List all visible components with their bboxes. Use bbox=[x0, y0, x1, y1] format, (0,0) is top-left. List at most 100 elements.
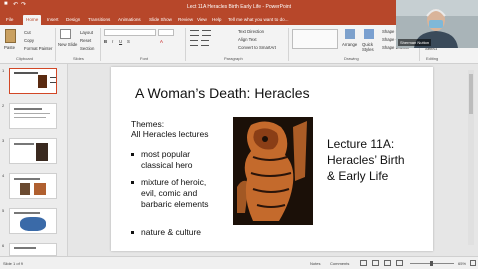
bullet-icon bbox=[131, 231, 134, 234]
underline-icon[interactable]: U bbox=[119, 39, 122, 44]
comments-button[interactable]: Comments bbox=[330, 261, 349, 266]
themes-subtitle: All Heracles lectures bbox=[131, 129, 209, 139]
font-size-input[interactable] bbox=[158, 29, 174, 36]
bullet-text: most popular classical hero bbox=[141, 149, 193, 171]
scrollbar-thumb[interactable] bbox=[469, 74, 473, 114]
vase-painting-graphic bbox=[233, 117, 313, 225]
quick-styles-button[interactable]: Quick Styles bbox=[362, 42, 376, 52]
thumbnail-number: 3 bbox=[2, 138, 5, 143]
lecture-line: Lecture 11A: bbox=[327, 137, 395, 151]
current-slide[interactable]: A Woman’s Death: Heracles Themes: All He… bbox=[111, 67, 433, 251]
slide-thumbnail-3[interactable] bbox=[9, 138, 57, 164]
align-left-icon[interactable] bbox=[190, 40, 198, 46]
slide-sorter-icon[interactable] bbox=[372, 260, 379, 266]
slide-count: Slide 1 of 9 bbox=[3, 261, 24, 266]
lecture-line: Heracles’ Birth bbox=[327, 153, 405, 167]
thumbnail-number: 2 bbox=[2, 103, 5, 108]
bullet-line: mixture of heroic, bbox=[141, 177, 207, 187]
font-group-label: Font bbox=[140, 56, 149, 61]
slides-group-label: Slides bbox=[73, 56, 84, 61]
vertical-scrollbar[interactable] bbox=[468, 70, 474, 245]
slide-title[interactable]: A Woman’s Death: Heracles bbox=[135, 85, 310, 101]
tab-file[interactable]: File bbox=[6, 17, 13, 22]
tab-slide-show[interactable]: Slide Show bbox=[149, 17, 172, 22]
convert-smartart-button[interactable]: Convert to SmartArt bbox=[238, 45, 276, 50]
zoom-slider[interactable] bbox=[410, 261, 454, 266]
lecture-title-box[interactable]: Lecture 11A: Heracles’ Birth & Early Lif… bbox=[327, 136, 405, 184]
arrange-button[interactable]: Arrange bbox=[342, 42, 357, 47]
slide-thumbnail-6[interactable] bbox=[9, 243, 57, 256]
tab-help[interactable]: Help bbox=[212, 17, 221, 22]
quick-styles-icon[interactable] bbox=[364, 29, 374, 39]
thumbnail-number: 5 bbox=[2, 208, 5, 213]
bullet-line: nature & culture bbox=[141, 227, 202, 237]
slideshow-icon[interactable] bbox=[396, 260, 403, 266]
italic-icon[interactable]: I bbox=[112, 39, 113, 44]
themes-heading: Themes: All Heracles lectures bbox=[131, 119, 208, 139]
text-direction-button[interactable]: Text Direction bbox=[238, 29, 264, 34]
bullet-line: most popular bbox=[141, 149, 191, 159]
arrange-icon[interactable] bbox=[345, 29, 355, 39]
shapes-gallery[interactable] bbox=[292, 29, 338, 49]
new-slide-icon[interactable] bbox=[60, 29, 71, 39]
cut-button[interactable]: Cut bbox=[24, 30, 31, 35]
presenter-name: Sherman Nutton bbox=[398, 39, 432, 46]
slide-thumbnail-5[interactable] bbox=[9, 208, 57, 234]
bullet-line: evil, comic and bbox=[141, 188, 198, 198]
thumbnail-number: 6 bbox=[2, 243, 5, 248]
slide-thumbnail-4[interactable] bbox=[9, 173, 57, 199]
bold-icon[interactable]: B bbox=[104, 39, 107, 44]
font-color-icon[interactable]: A bbox=[160, 39, 163, 44]
tell-me-search[interactable]: Tell me what you want to do... bbox=[228, 17, 289, 22]
tab-home[interactable]: Home bbox=[23, 15, 42, 25]
section-button[interactable]: Section bbox=[80, 46, 94, 51]
copy-button[interactable]: Copy bbox=[24, 38, 34, 43]
bullets-icon[interactable] bbox=[190, 30, 199, 36]
tab-review[interactable]: Review bbox=[178, 17, 193, 22]
layout-button[interactable]: Layout bbox=[80, 30, 93, 35]
bullet-line: classical hero bbox=[141, 160, 193, 170]
strikethrough-icon[interactable]: S bbox=[127, 39, 130, 44]
new-slide-button[interactable]: New Slide bbox=[58, 42, 77, 47]
tab-transitions[interactable]: Transitions bbox=[88, 17, 110, 22]
tab-insert[interactable]: Insert bbox=[47, 17, 59, 22]
bullet-icon bbox=[131, 181, 134, 184]
heracles-vase-image[interactable] bbox=[233, 117, 313, 225]
thumbnail-number: 4 bbox=[2, 173, 5, 178]
clipboard-group-label: Clipboard bbox=[16, 56, 34, 61]
zoom-slider-thumb[interactable] bbox=[430, 261, 433, 266]
bullet-text: mixture of heroic, evil, comic and barba… bbox=[141, 177, 209, 210]
editing-group-label: Editing bbox=[426, 56, 439, 61]
center-icon[interactable] bbox=[201, 40, 209, 46]
slide-editing-area: A Woman’s Death: Heracles Themes: All He… bbox=[69, 64, 474, 256]
separator bbox=[100, 28, 101, 61]
thumbnail-number: 1 bbox=[2, 68, 5, 73]
drawing-group-label: Drawing bbox=[344, 56, 359, 61]
slide-thumbnail-1[interactable] bbox=[9, 68, 57, 94]
tab-view[interactable]: View bbox=[197, 17, 207, 22]
tab-animations[interactable]: Animations bbox=[118, 17, 141, 22]
separator bbox=[185, 28, 186, 61]
zoom-level[interactable]: 65% bbox=[458, 261, 466, 266]
status-bar: Slide 1 of 9 Notes Comments 65% bbox=[0, 256, 478, 269]
themes-label: Themes: bbox=[131, 119, 165, 129]
reset-button[interactable]: Reset bbox=[80, 38, 91, 43]
normal-view-icon[interactable] bbox=[360, 260, 367, 266]
fit-slide-icon[interactable] bbox=[470, 260, 476, 266]
separator bbox=[55, 28, 56, 61]
reading-view-icon[interactable] bbox=[384, 260, 391, 266]
align-text-button[interactable]: Align Text bbox=[238, 37, 257, 42]
bullet-text: nature & culture bbox=[141, 227, 201, 238]
bullet-line: barbaric elements bbox=[141, 199, 209, 209]
format-painter-button[interactable]: Format Painter bbox=[24, 46, 52, 51]
paste-button[interactable]: Paste bbox=[4, 45, 15, 50]
paste-icon[interactable] bbox=[5, 29, 16, 43]
tab-design[interactable]: Design bbox=[66, 17, 80, 22]
numbering-icon[interactable] bbox=[202, 30, 211, 36]
notes-button[interactable]: Notes bbox=[310, 261, 320, 266]
separator bbox=[288, 28, 289, 61]
slide-thumbnail-2[interactable] bbox=[9, 103, 57, 129]
bullet-icon bbox=[131, 153, 134, 156]
font-name-input[interactable] bbox=[104, 29, 156, 36]
lecture-line: & Early Life bbox=[327, 169, 389, 183]
